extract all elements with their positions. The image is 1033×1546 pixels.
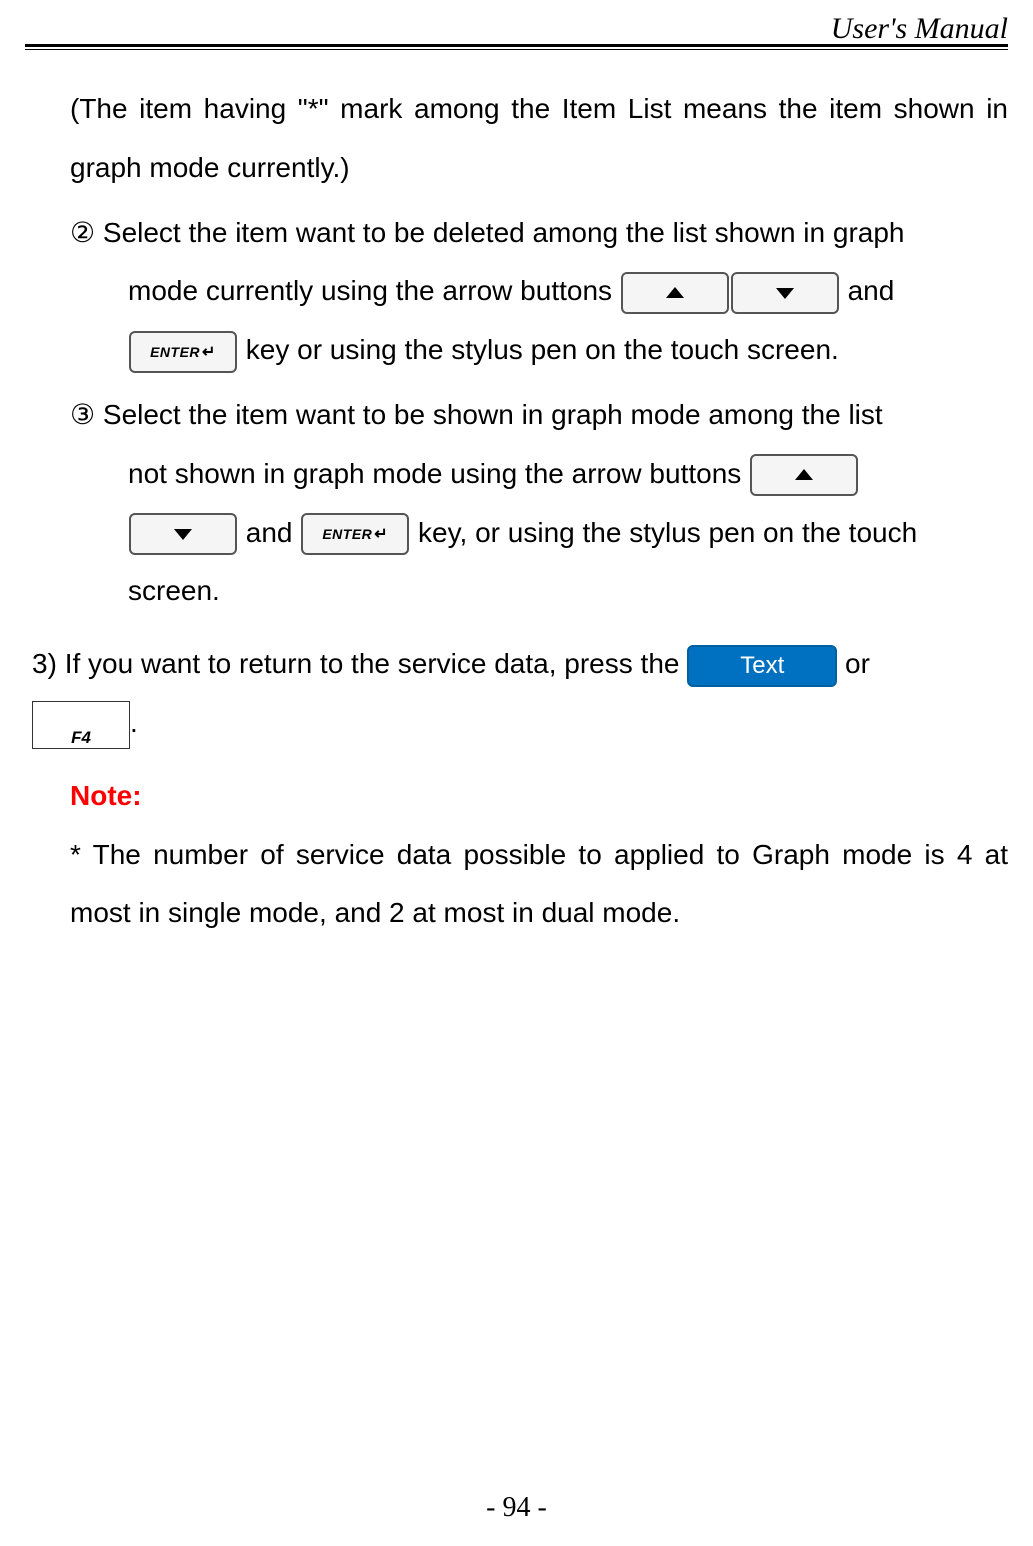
content-area: (The item having "*" mark among the Item… xyxy=(70,80,1008,943)
step-2-text-a: Select the item want to be deleted among… xyxy=(103,217,905,248)
step-2-line3: key or using the stylus pen on the touch… xyxy=(128,321,1008,380)
note-label: Note: xyxy=(70,767,1008,826)
step-2-text-b-post: and xyxy=(840,275,895,306)
note-text: * The number of service data possible to… xyxy=(70,826,1008,944)
header-divider xyxy=(25,44,1008,49)
step-2-text-c: key or using the stylus pen on the touch… xyxy=(238,334,839,365)
step-3-marker: ③ xyxy=(70,399,95,430)
enter-key-icon xyxy=(301,513,409,555)
arrow-down-icon xyxy=(129,513,237,555)
enter-key-icon xyxy=(129,331,237,373)
step-2-text-b-pre: mode currently using the arrow buttons xyxy=(128,275,620,306)
item-3-text-a: If you want to return to the service dat… xyxy=(65,648,688,679)
text-button-icon: Text xyxy=(687,645,837,687)
header-title: User's Manual xyxy=(831,12,1008,46)
arrow-up-icon xyxy=(621,272,729,314)
step-3-line2: not shown in graph mode using the arrow … xyxy=(128,445,1008,504)
step-2-marker: ② xyxy=(70,217,95,248)
page: User's Manual (The item having "*" mark … xyxy=(0,0,1033,1546)
f4-key-icon: F4 xyxy=(32,701,130,749)
step-3-text-c-post: key, or using the stylus pen on the touc… xyxy=(410,517,917,548)
step-3-line4: screen. xyxy=(128,562,1008,621)
step-3-text-a: Select the item want to be shown in grap… xyxy=(103,399,883,430)
intro-text: (The item having "*" mark among the Item… xyxy=(70,80,1008,198)
step-3-text-c-mid: and xyxy=(238,517,300,548)
item-3-line2: F4 . xyxy=(32,694,1008,753)
item-3-marker: 3) xyxy=(32,648,57,679)
item-3-text-b-post: . xyxy=(130,707,138,738)
step-2-line1: ② Select the item want to be deleted amo… xyxy=(70,204,1008,263)
step-3-line1: ③ Select the item want to be shown in gr… xyxy=(70,386,1008,445)
page-number: - 94 - xyxy=(0,1492,1033,1524)
f4-label: F4 xyxy=(71,728,91,747)
arrow-down-icon xyxy=(731,272,839,314)
item-3-text-a-post: or xyxy=(837,648,870,679)
step-3-text-b: not shown in graph mode using the arrow … xyxy=(128,458,749,489)
step-3-line3: and key, or using the stylus pen on the … xyxy=(128,504,1008,563)
arrow-up-icon xyxy=(750,454,858,496)
item-3-line1: 3) If you want to return to the service … xyxy=(32,635,1008,694)
step-2-line2: mode currently using the arrow buttons a… xyxy=(128,262,1008,321)
